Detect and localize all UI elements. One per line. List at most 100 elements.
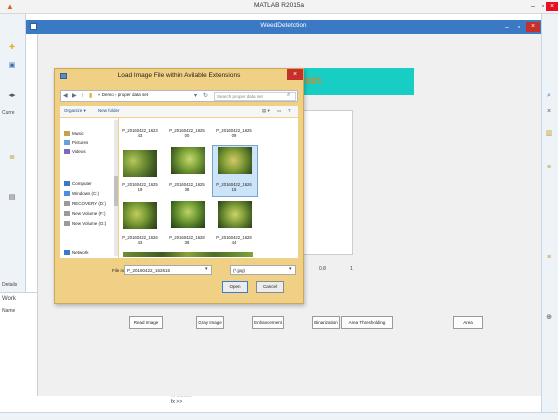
nav-item-label: New Volume (F:) bbox=[72, 211, 106, 216]
file-name: P_20160422_1625 38 bbox=[169, 182, 205, 192]
file-icon: ▤ bbox=[8, 194, 16, 201]
folder-icon: ▮ bbox=[89, 93, 93, 99]
minimize-icon[interactable]: – bbox=[528, 2, 538, 11]
command-prompt[interactable]: fx >> bbox=[171, 399, 182, 405]
nav-item-network[interactable]: Network bbox=[64, 250, 89, 255]
file-name: P_20160422_1626 15 bbox=[216, 182, 252, 192]
nav-item-recovery-d[interactable]: RECOVERY (D:) bbox=[64, 201, 106, 206]
leaf-thumbnail[interactable] bbox=[123, 150, 157, 177]
file-item-selected[interactable]: P_20160422_1626 15 bbox=[212, 182, 256, 192]
close-icon[interactable]: × bbox=[546, 2, 558, 11]
help-icon[interactable]: ? bbox=[288, 108, 291, 113]
nav-item-computer[interactable]: Computer bbox=[64, 181, 92, 186]
file-name-dropdown-icon[interactable]: ▾ bbox=[205, 266, 208, 272]
close-panel-icon[interactable]: × bbox=[540, 104, 558, 120]
nav-item-label: Network bbox=[72, 250, 89, 255]
refresh-icon[interactable]: ↻ bbox=[203, 92, 208, 100]
editor-icon[interactable]: ▥ bbox=[540, 126, 558, 142]
line-marker-icon: ≡ bbox=[546, 254, 552, 261]
network-icon bbox=[64, 250, 70, 255]
forward-arrow-icon[interactable]: ▶ bbox=[72, 92, 77, 100]
leaf-thumbnail[interactable] bbox=[123, 202, 157, 229]
nav-item-new-volume-f[interactable]: New Volume (F:) bbox=[64, 211, 106, 216]
figure-close-icon[interactable]: × bbox=[526, 22, 540, 32]
dialog-close-icon[interactable]: × bbox=[287, 69, 303, 80]
new-folder-button[interactable]: New folder bbox=[98, 108, 120, 113]
name-column-label: Name bbox=[2, 308, 16, 314]
nav-item-label: New Volume (G:) bbox=[72, 221, 107, 226]
file-item[interactable]: P_20160422_1623 43 bbox=[118, 128, 162, 138]
nav-item-label: Music bbox=[72, 131, 84, 136]
nav-item-new-volume-g[interactable]: New Volume (G:) bbox=[64, 221, 106, 226]
leaf-thumbnail[interactable] bbox=[218, 201, 252, 228]
cancel-button[interactable]: Cancel bbox=[256, 281, 284, 293]
computer-icon bbox=[64, 181, 70, 186]
nav-item-label: Windows (C:) bbox=[72, 191, 100, 196]
file-name: P_20160422_1625 00 bbox=[169, 128, 205, 138]
search-icon[interactable]: ⌕ bbox=[540, 88, 558, 104]
x-tick-label: 0.8 bbox=[319, 266, 326, 272]
file-name-input[interactable]: P_20160422_162615 bbox=[124, 265, 212, 275]
back-forward-icon[interactable]: ◂▸ bbox=[3, 88, 21, 104]
preview-pane-icon[interactable]: ▭ bbox=[277, 108, 281, 114]
dialog-title: Load Image File within Avilable Extensio… bbox=[117, 72, 241, 79]
file-item[interactable]: P_20160422_1625 00 bbox=[165, 128, 209, 138]
area-thresholding-button[interactable]: Area Thresholding bbox=[341, 316, 393, 329]
navigation-pane bbox=[60, 118, 118, 258]
up-arrow-icon[interactable]: ↑ bbox=[81, 92, 84, 100]
banner-title-text: tion bbox=[302, 73, 322, 87]
figure-maximize-icon[interactable]: ▫ bbox=[514, 23, 524, 32]
matlab-window-title: MATLAB R2015a bbox=[253, 2, 305, 9]
nav-item-label: Videos bbox=[72, 149, 86, 154]
gray-image-button[interactable]: Gray Image bbox=[196, 316, 224, 329]
status-bar bbox=[0, 412, 558, 420]
organize-button[interactable]: Organize ▾ bbox=[64, 108, 86, 114]
open-button[interactable]: Open bbox=[222, 281, 248, 293]
drive-icon bbox=[64, 221, 70, 226]
view-options-icon[interactable]: ▤ ▾ bbox=[262, 108, 270, 114]
enhancement-button[interactable]: Enhancement bbox=[252, 316, 284, 329]
videos-folder-icon bbox=[64, 149, 70, 154]
file-item[interactable]: P_20160422_1626 43 bbox=[118, 235, 162, 245]
file-item[interactable]: P_20160422_1625 09 bbox=[212, 128, 256, 138]
dropdown-arrow-icon[interactable]: ▾ bbox=[194, 92, 197, 100]
file-type-dropdown-icon[interactable]: ▾ bbox=[289, 266, 292, 272]
expand-icon[interactable]: ⊕ bbox=[540, 310, 558, 326]
search-input[interactable]: Search proper data set bbox=[214, 92, 296, 101]
figure-minimize-icon[interactable]: – bbox=[502, 23, 512, 32]
workspace-label: Work bbox=[2, 296, 16, 302]
file-name: P_20160422_1626 43 bbox=[122, 235, 158, 245]
file-type-select[interactable]: (*.jpg) bbox=[230, 265, 296, 275]
nav-item-music[interactable]: Music bbox=[64, 131, 84, 136]
drive-icon bbox=[64, 191, 70, 196]
leaf-thumbnail[interactable] bbox=[171, 147, 205, 174]
new-script-icon[interactable]: ✚ bbox=[3, 40, 21, 56]
file-name: P_20160422_1628 38 bbox=[169, 235, 205, 245]
nav-item-label: Computer bbox=[72, 181, 92, 186]
file-item[interactable]: P_20160422_1625 38 bbox=[165, 182, 209, 192]
x-tick-label: 1 bbox=[350, 266, 353, 272]
new-icon[interactable]: ▣ bbox=[3, 58, 21, 74]
file-name: P_20160422_1628 44 bbox=[216, 235, 252, 245]
music-folder-icon bbox=[64, 131, 70, 136]
partial-thumbnail-row bbox=[123, 252, 253, 257]
file-item[interactable]: P_20160422_1628 44 bbox=[212, 235, 256, 245]
file-name: P_20160422_1625 09 bbox=[216, 128, 252, 138]
file-item[interactable]: P_20160422_1628 38 bbox=[165, 235, 209, 245]
nav-item-windows-c[interactable]: Windows (C:) bbox=[64, 191, 99, 196]
drive-icon bbox=[64, 211, 70, 216]
file-name: P_20160422_1625 19 bbox=[122, 182, 158, 192]
nav-item-pictures[interactable]: Pictures bbox=[64, 140, 88, 145]
read-image-button[interactable]: Read Image bbox=[129, 316, 163, 329]
area-button[interactable]: Area bbox=[453, 316, 483, 329]
back-arrow-icon[interactable]: ◀ bbox=[63, 92, 68, 100]
leaf-thumbnail[interactable] bbox=[171, 201, 205, 228]
nav-item-label: RECOVERY (D:) bbox=[72, 201, 106, 206]
file-item[interactable]: P_20160422_1625 19 bbox=[118, 182, 162, 192]
figure-window-title: WeedDetetction bbox=[260, 22, 307, 29]
leaf-thumbnail[interactable] bbox=[218, 147, 252, 174]
binarization-button[interactable]: Binarization bbox=[312, 316, 340, 329]
breadcrumb[interactable]: « Demo › proper data set bbox=[98, 92, 148, 97]
nav-item-videos[interactable]: Videos bbox=[64, 149, 86, 154]
search-icon[interactable]: ⌕ bbox=[287, 91, 290, 99]
